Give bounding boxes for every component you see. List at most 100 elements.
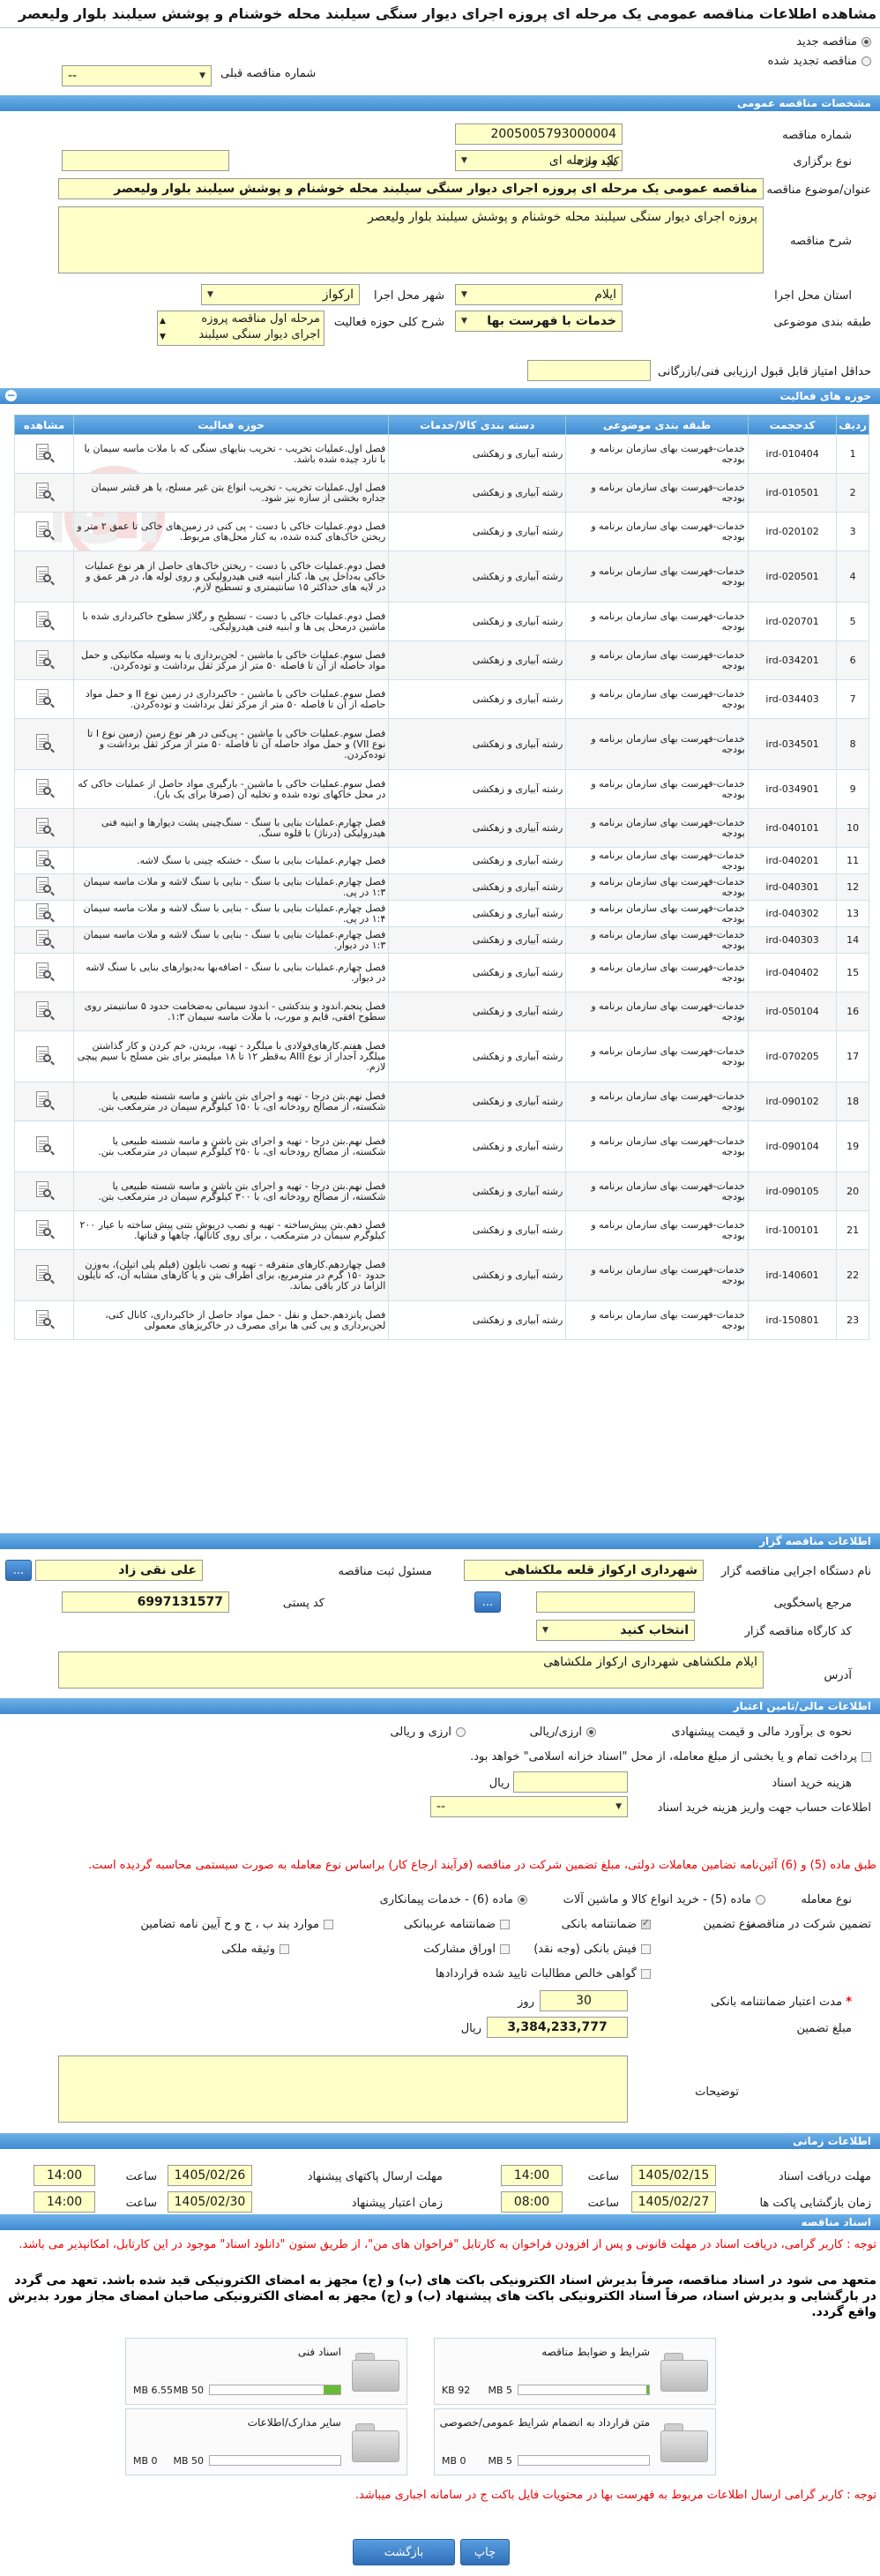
row-view[interactable] <box>13 434 75 474</box>
registrar-more-button[interactable]: ... <box>5 1560 32 1581</box>
row-view[interactable] <box>13 1030 75 1082</box>
row-view[interactable] <box>13 769 75 809</box>
view-document-icon[interactable] <box>34 1090 55 1111</box>
row-view[interactable] <box>13 926 75 954</box>
row-view[interactable] <box>13 1249 75 1301</box>
treasury-checkbox[interactable]: پرداخت تمام و یا بخشی از مبلغ معامله، از… <box>470 1750 871 1764</box>
workshop-select[interactable]: انتخاب کنید ▼ <box>536 1620 695 1641</box>
guarantee-bonds[interactable]: اوراق مشارکت <box>423 1943 510 1956</box>
validity-field[interactable]: 30 <box>540 1990 628 2011</box>
row-view[interactable] <box>13 1210 75 1250</box>
folder-icon[interactable] <box>352 2353 399 2392</box>
receive-time-field[interactable]: 14:00 <box>501 2165 563 2186</box>
view-document-icon[interactable] <box>34 648 55 670</box>
view-document-icon[interactable] <box>34 687 55 708</box>
view-document-icon[interactable] <box>34 1308 55 1329</box>
postal-field[interactable]: 6997131577 <box>62 1591 229 1613</box>
registrar-field[interactable]: علی نقی زاد <box>35 1560 203 1581</box>
scroll-arrows-icon[interactable]: ▲ ▼ <box>160 313 166 345</box>
receive-date-field[interactable]: 1405/02/15 <box>631 2165 716 2186</box>
row-view[interactable] <box>13 808 75 848</box>
renewed-tender-option[interactable]: مناقصه تجدید شده <box>768 55 871 68</box>
view-document-icon[interactable] <box>34 849 55 870</box>
guarantee-items[interactable]: موارد بند ب ، ج و ح آیین نامه تضامین <box>140 1918 333 1931</box>
view-document-icon[interactable] <box>34 1045 55 1066</box>
row-view[interactable] <box>13 873 75 901</box>
estimate-option-currency[interactable]: ارزی و ریالی <box>390 1726 466 1739</box>
city-select[interactable]: ارکواز ▼ <box>201 284 360 305</box>
guarantee-bank[interactable]: ضمانتنامه بانکی <box>562 1917 651 1931</box>
new-tender-option[interactable]: مناقصه جدید <box>796 35 871 49</box>
prev-number-select[interactable]: ▼ -- <box>62 65 212 86</box>
row-view[interactable] <box>13 679 75 719</box>
notes-field[interactable] <box>58 2056 628 2123</box>
row-view[interactable] <box>13 550 75 603</box>
guarantee-cash[interactable]: فیش بانکی (وجه نقد) <box>533 1943 651 1956</box>
view-document-icon[interactable] <box>34 442 55 463</box>
reference-more-button[interactable]: ... <box>474 1591 501 1613</box>
view-document-icon[interactable] <box>34 777 55 798</box>
scope-list[interactable]: مرحله اول مناقصه پروزه اجرای دیوار سنگی … <box>157 311 324 346</box>
row-view[interactable] <box>13 1172 75 1211</box>
view-document-icon[interactable] <box>34 1179 55 1201</box>
view-document-icon[interactable] <box>34 816 55 837</box>
view-document-icon[interactable] <box>34 961 55 982</box>
reference-field[interactable] <box>536 1591 695 1613</box>
document-file-box[interactable]: اسناد فنی 50 MB 6.55 MB <box>125 2338 407 2405</box>
row-view[interactable] <box>13 473 75 513</box>
collapse-icon[interactable]: − <box>5 390 17 401</box>
folder-icon[interactable] <box>660 2423 708 2462</box>
view-document-icon[interactable] <box>34 610 55 631</box>
amount-field[interactable]: 3,384,233,777 <box>487 2017 628 2038</box>
open-date-field[interactable]: 1405/02/27 <box>631 2191 716 2213</box>
deal-option-5[interactable]: ماده (5) - خرید انواع کالا و ماشین آلات <box>563 1893 765 1906</box>
deal-option-6[interactable]: ماده (6) - خدمات پیمانکاری <box>380 1893 527 1906</box>
account-select[interactable]: ▼ -- <box>430 1796 628 1817</box>
view-document-icon[interactable] <box>34 1134 55 1156</box>
view-document-icon[interactable] <box>34 1000 55 1021</box>
row-view[interactable] <box>13 1082 75 1121</box>
view-document-icon[interactable] <box>34 481 55 502</box>
guarantee-insurance[interactable]: ضمانتنامه عرببانکی <box>404 1918 510 1931</box>
print-button[interactable]: چاپ <box>460 2539 510 2565</box>
keyword-field[interactable] <box>62 150 229 171</box>
validity-time-field[interactable]: 14:00 <box>34 2191 95 2213</box>
send-time-field[interactable]: 14:00 <box>34 2165 95 2186</box>
description-field[interactable]: پروزه اجرای دیوار سنگی سیلبند محله خوشنا… <box>58 206 764 273</box>
purchase-cost-field[interactable] <box>513 1771 628 1793</box>
view-document-icon[interactable] <box>34 732 55 753</box>
back-button[interactable]: بازگشت <box>353 2539 455 2565</box>
row-view[interactable] <box>13 1300 75 1340</box>
folder-icon[interactable] <box>660 2353 708 2392</box>
province-select[interactable]: ایلام ▼ <box>455 284 623 305</box>
document-file-box[interactable]: سایر مدارک/اطلاعات 50 MB 0 MB <box>125 2408 407 2475</box>
guarantee-property[interactable]: وثیقه ملکی <box>221 1943 289 1956</box>
row-view[interactable] <box>13 953 75 992</box>
send-date-field[interactable]: 1405/02/26 <box>168 2165 252 2186</box>
address-field[interactable]: ایلام ملکشاهی شهرداری ارکواز ملکشاهی <box>58 1651 764 1689</box>
document-file-box[interactable]: شرایط و ضوابط مناقصه 5 MB 92 KB <box>434 2338 716 2405</box>
row-view[interactable] <box>13 900 75 927</box>
row-view[interactable] <box>13 847 75 874</box>
document-file-box[interactable]: متن قرارداد به انضمام شرایط عمومی/خصوصی 5… <box>434 2408 716 2475</box>
guarantee-cert[interactable]: گواهی خالص مطالبات تایید شده قراردادها <box>436 1967 651 1981</box>
view-document-icon[interactable] <box>34 928 55 949</box>
row-view[interactable] <box>13 602 75 641</box>
row-view[interactable] <box>13 992 75 1031</box>
tender-number-field[interactable]: 2005005793000004 <box>455 124 623 145</box>
row-view[interactable] <box>13 718 75 770</box>
view-document-icon[interactable] <box>34 902 55 923</box>
validity-date-field[interactable]: 1405/02/30 <box>168 2191 252 2213</box>
row-view[interactable] <box>13 640 75 680</box>
folder-icon[interactable] <box>352 2423 399 2462</box>
subject-field[interactable]: مناقصه عمومی یک مرحله ای پروزه اجرای دیو… <box>58 178 764 199</box>
min-score-field[interactable] <box>527 360 651 381</box>
view-document-icon[interactable] <box>34 520 55 541</box>
view-document-icon[interactable] <box>34 565 55 586</box>
view-document-icon[interactable] <box>34 1218 55 1239</box>
classification-select[interactable]: خدمات با فهرست بها ▼ <box>455 311 623 332</box>
open-time-field[interactable]: 08:00 <box>501 2191 563 2213</box>
row-view[interactable] <box>13 1120 75 1172</box>
view-document-icon[interactable] <box>34 1263 55 1284</box>
row-view[interactable] <box>13 512 75 551</box>
